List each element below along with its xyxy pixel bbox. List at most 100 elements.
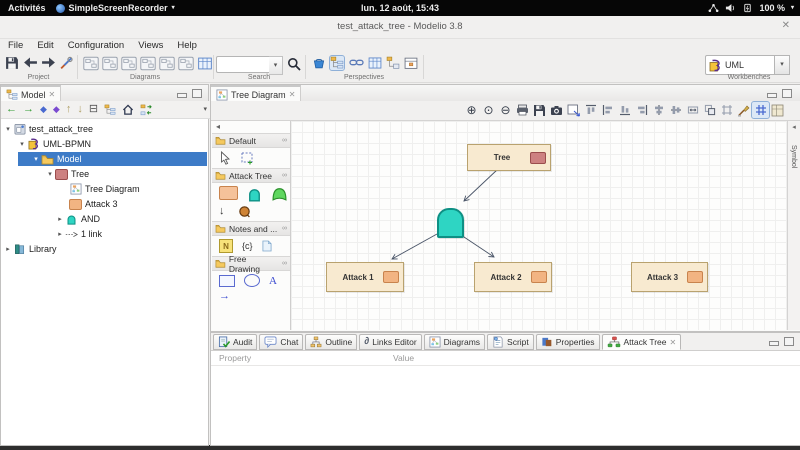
center-horizontal-icon[interactable] [667, 102, 684, 118]
palette-section-free-drawing[interactable]: Free Drawing ∞ [212, 256, 290, 271]
minimize-icon[interactable] [767, 93, 777, 98]
new-object-diagram-button[interactable] [140, 56, 156, 71]
perspective-tree-box-button[interactable] [386, 56, 400, 70]
tab-chat[interactable]: Chat [259, 334, 303, 350]
node-and-gate[interactable] [437, 208, 464, 238]
caret-open-icon[interactable]: ▾ [17, 140, 27, 148]
column-value[interactable]: Value [393, 353, 414, 363]
rectangle-tool[interactable] [219, 275, 235, 287]
align-bottom-icon[interactable] [616, 102, 633, 118]
save-image-icon[interactable] [531, 102, 548, 118]
window-close-icon[interactable]: ✕ [782, 20, 790, 31]
node-tree[interactable]: Tree [467, 144, 551, 171]
move-down-icon[interactable]: ↓ [77, 104, 83, 115]
close-tab-icon[interactable]: ✕ [670, 338, 677, 347]
section-pin-icon[interactable]: ∞ [282, 172, 287, 179]
link-tree-icon[interactable] [104, 104, 116, 116]
diagram-panel-controls[interactable] [767, 89, 792, 98]
tab-attack-tree[interactable]: Attack Tree ✕ [602, 334, 682, 350]
forward-arrow-icon[interactable]: → [23, 104, 34, 115]
or-gate-tool[interactable] [271, 187, 288, 201]
perspective-matrix-button[interactable] [368, 56, 382, 70]
tab-diagrams[interactable]: Diagrams [424, 334, 485, 350]
palette-section-attack-tree[interactable]: Attack Tree ∞ [212, 168, 290, 183]
new-diagram-button[interactable] [178, 56, 194, 71]
node-attack-2[interactable]: Attack 2 [474, 262, 552, 292]
title-bar[interactable]: test_attack_tree - Modelio 3.8 ✕ [0, 16, 800, 39]
collapse-all-icon[interactable]: ⊟ [89, 104, 98, 115]
style-brush-icon[interactable] [735, 102, 752, 118]
perspective-calendar-button[interactable] [404, 56, 418, 70]
zoom-out-icon[interactable]: ⊖ [497, 102, 514, 118]
palette-collapse-icon[interactable]: ◂ [216, 123, 220, 131]
align-left-icon[interactable] [599, 102, 616, 118]
zoom-original-icon[interactable]: ⊙ [480, 102, 497, 118]
attack-node-tool[interactable] [219, 186, 238, 202]
caret-open-icon[interactable]: ▾ [45, 170, 55, 178]
new-class-diagram-button[interactable] [83, 56, 99, 71]
note-tool[interactable]: N [219, 239, 233, 253]
close-tab-icon[interactable]: ✕ [49, 90, 56, 99]
fit-frame-icon[interactable] [718, 102, 735, 118]
symbol-strip[interactable]: ◂ Symbol [787, 121, 800, 330]
caret-closed-icon[interactable]: ▸ [3, 245, 13, 253]
workbench-combo[interactable]: UML ▾ [705, 55, 776, 75]
property-table-body[interactable] [211, 366, 800, 445]
perspective-links-button[interactable] [349, 56, 364, 69]
screenshot-icon[interactable] [548, 102, 565, 118]
new-usecase-diagram-button[interactable] [159, 56, 175, 71]
system-tray[interactable]: 100 % ▾ [708, 0, 794, 16]
section-pin-icon[interactable]: ∞ [282, 260, 287, 267]
column-property[interactable]: Property [219, 353, 251, 363]
leaf-tool[interactable] [238, 205, 251, 218]
tab-model[interactable]: Model ✕ [1, 85, 61, 102]
menu-help[interactable]: Help [177, 40, 197, 51]
marquee-tool[interactable] [240, 151, 254, 165]
home-icon[interactable] [122, 104, 134, 115]
app-menu-button[interactable]: SimpleScreenRecorder ▾ [56, 3, 175, 13]
tab-links-editor[interactable]: ∂ Links Editor [359, 334, 421, 350]
tab-tree-diagram[interactable]: Tree Diagram ✕ [211, 85, 301, 102]
tab-outline[interactable]: Outline [305, 334, 357, 350]
caret-open-icon[interactable]: ▾ [3, 125, 13, 133]
search-dropdown-button[interactable]: ▾ [269, 56, 283, 75]
perspective-model-tree-button[interactable] [330, 56, 344, 70]
select-tool[interactable] [219, 151, 231, 165]
tab-script[interactable]: Script [487, 334, 534, 350]
new-state-diagram-button[interactable] [121, 56, 137, 71]
symbol-tab-label[interactable]: Symbol [790, 145, 797, 168]
zoom-in-icon[interactable]: ⊕ [463, 102, 480, 118]
menu-file[interactable]: File [8, 40, 23, 51]
back-arrow-icon[interactable]: ← [6, 104, 17, 115]
print-icon[interactable] [514, 102, 531, 118]
center-vertical-icon[interactable] [650, 102, 667, 118]
tree-item-model[interactable]: ▾ Model [31, 152, 82, 166]
minimize-icon[interactable] [177, 93, 187, 98]
tree-item-library[interactable]: ▸ Library [3, 242, 57, 256]
text-tool[interactable]: A [269, 275, 277, 287]
align-top-icon[interactable] [582, 102, 599, 118]
node-attack-3[interactable]: Attack 3 [631, 262, 708, 292]
bottom-panel-controls[interactable] [769, 337, 794, 346]
caret-open-icon[interactable]: ▾ [31, 155, 41, 163]
redo-button[interactable] [41, 56, 56, 69]
view-menu-icon[interactable]: ▾ [203, 106, 207, 113]
previous-selection-icon[interactable]: ◆ [40, 105, 47, 114]
model-panel-controls[interactable] [177, 89, 202, 98]
palette-section-default[interactable]: Default ∞ [212, 133, 290, 148]
new-matrix-button[interactable] [197, 56, 213, 71]
section-pin-icon[interactable]: ∞ [282, 225, 287, 232]
minimize-icon[interactable] [769, 341, 779, 346]
tree-item-uml-bpmn[interactable]: ▾ UML-BPMN [17, 137, 91, 151]
workbench-dropdown-button[interactable]: ▾ [774, 55, 790, 75]
save-button[interactable] [5, 56, 19, 70]
tab-audit[interactable]: Audit [213, 334, 257, 350]
line-tool[interactable]: → [219, 291, 230, 302]
menu-views[interactable]: Views [138, 40, 163, 51]
tree-item-attack-3[interactable]: Attack 3 [69, 197, 118, 211]
section-pin-icon[interactable]: ∞ [282, 137, 287, 144]
tree-item-tree[interactable]: ▾ Tree [45, 167, 89, 181]
configure-tools-button[interactable] [59, 56, 73, 70]
zoom-selection-icon[interactable] [565, 102, 582, 118]
and-gate-tool[interactable] [247, 187, 262, 202]
